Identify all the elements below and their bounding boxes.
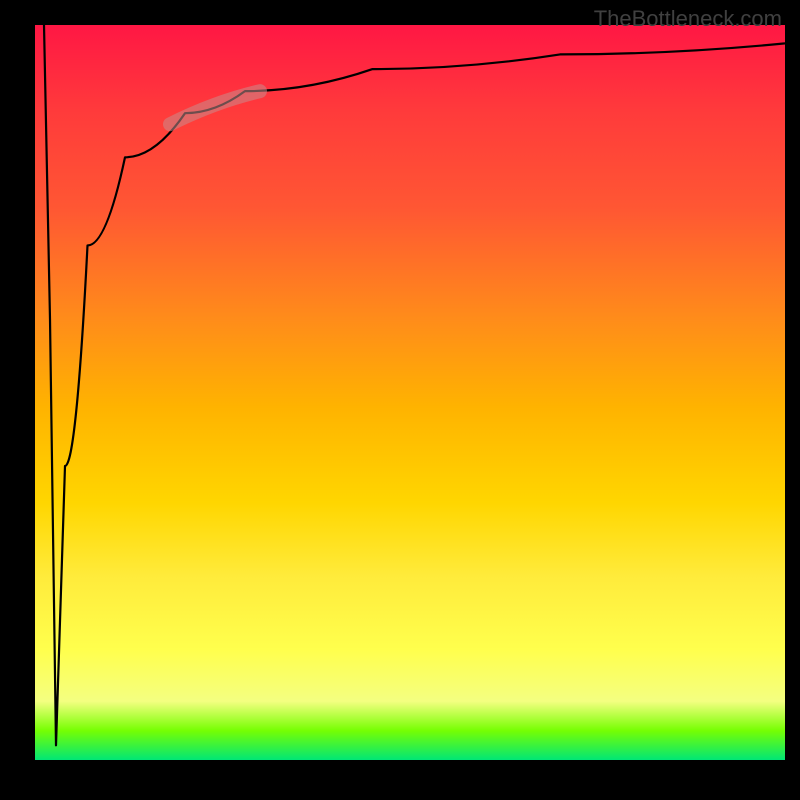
highlight-band xyxy=(170,91,260,124)
curve-main xyxy=(44,25,785,745)
chart-container: TheBottleneck.com xyxy=(0,0,800,800)
watermark-text: TheBottleneck.com xyxy=(594,6,782,32)
curve-svg xyxy=(35,25,785,760)
